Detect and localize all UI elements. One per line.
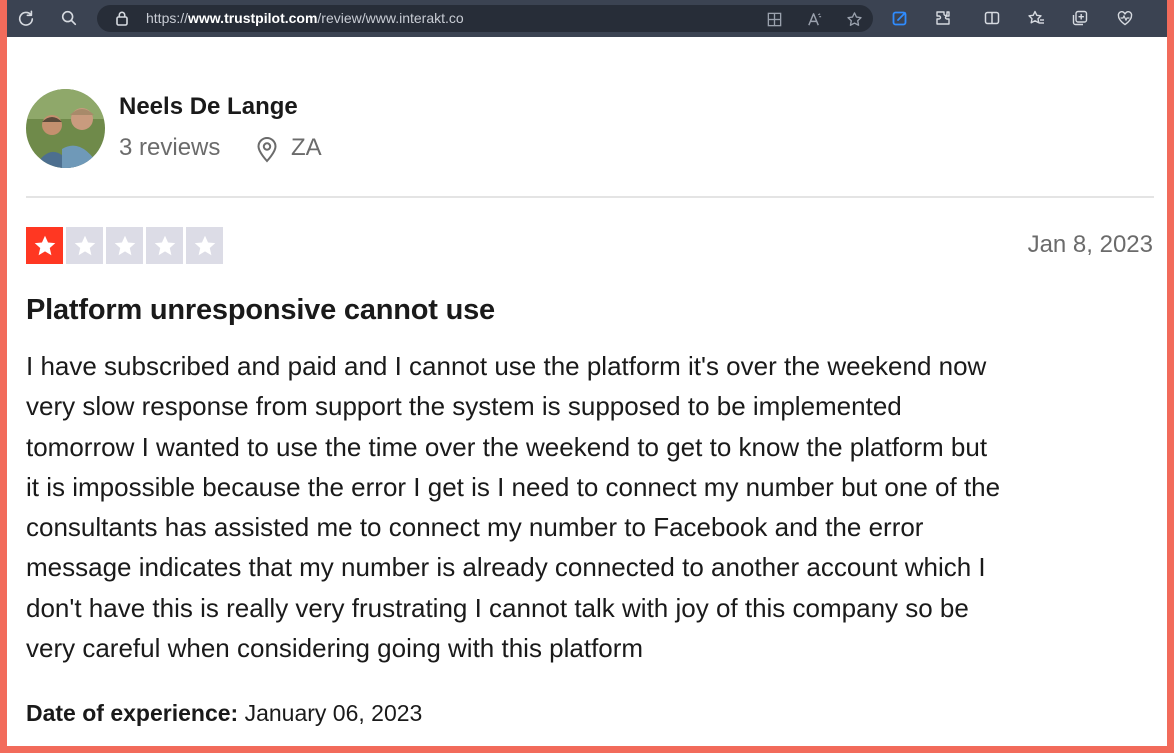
review-body-line: very careful when considering going with… bbox=[26, 633, 644, 664]
review-title[interactable]: Platform unresponsive cannot use bbox=[26, 293, 495, 327]
review-body-line: very slow response from support the syst… bbox=[26, 391, 902, 422]
split-view-icon[interactable] bbox=[764, 9, 784, 29]
favorites-icon[interactable] bbox=[1025, 7, 1047, 29]
address-bar[interactable]: https://www.trustpilot.com/review/www.in… bbox=[97, 5, 873, 32]
reviewer-name[interactable]: Neels De Lange bbox=[119, 93, 298, 121]
review-date: Jan 8, 2023 bbox=[1027, 231, 1153, 258]
review-body-line: message indicates that my number is alre… bbox=[26, 552, 986, 583]
review-body-line: tomorrow I wanted to use the time over t… bbox=[26, 431, 988, 462]
reviewer-country: ZA bbox=[291, 134, 322, 161]
experience-label: Date of experience: bbox=[26, 700, 239, 726]
star-rating bbox=[26, 227, 223, 264]
read-aloud-icon[interactable] bbox=[804, 9, 824, 29]
browser-toolbar: https://www.trustpilot.com/review/www.in… bbox=[7, 0, 1167, 37]
review-count: 3 reviews bbox=[119, 134, 221, 161]
review-body-line: I have subscribed and paid and I cannot … bbox=[26, 351, 987, 381]
url-host: www.trustpilot.com bbox=[188, 10, 318, 26]
split-screen-icon[interactable] bbox=[981, 7, 1003, 29]
date-of-experience: Date of experience: January 06, 2023 bbox=[26, 699, 422, 727]
collections-icon[interactable] bbox=[1069, 7, 1091, 29]
review-body: I have subscribed and paid and I cannot … bbox=[26, 346, 1151, 668]
location-pin-icon bbox=[256, 135, 278, 163]
avatar[interactable] bbox=[26, 89, 105, 168]
review-body-line: it is impossible because the error I get… bbox=[26, 471, 1001, 502]
browser-window: https://www.trustpilot.com/review/www.in… bbox=[7, 0, 1167, 746]
review-body-line: consultants has assisted me to connect m… bbox=[26, 512, 924, 543]
url-prefix: https:// bbox=[146, 10, 189, 26]
health-icon[interactable] bbox=[1114, 7, 1136, 29]
experience-date: January 06, 2023 bbox=[244, 700, 423, 726]
favorite-icon[interactable] bbox=[844, 9, 864, 29]
url-text[interactable]: https://www.trustpilot.com/review/www.in… bbox=[146, 10, 464, 27]
star-icon bbox=[26, 227, 63, 264]
star-icon bbox=[106, 227, 143, 264]
url-path: /review/www.interakt.co bbox=[317, 10, 464, 26]
divider bbox=[26, 196, 1154, 198]
extensions-icon[interactable] bbox=[932, 7, 954, 29]
search-icon[interactable] bbox=[58, 7, 80, 29]
star-icon bbox=[66, 227, 103, 264]
review-body-line: don't have this is really very frustrati… bbox=[26, 592, 969, 623]
lock-icon[interactable] bbox=[115, 10, 129, 32]
refresh-icon[interactable] bbox=[15, 7, 37, 29]
active-extension-icon[interactable] bbox=[889, 7, 911, 29]
star-icon bbox=[186, 227, 223, 264]
star-icon bbox=[146, 227, 183, 264]
